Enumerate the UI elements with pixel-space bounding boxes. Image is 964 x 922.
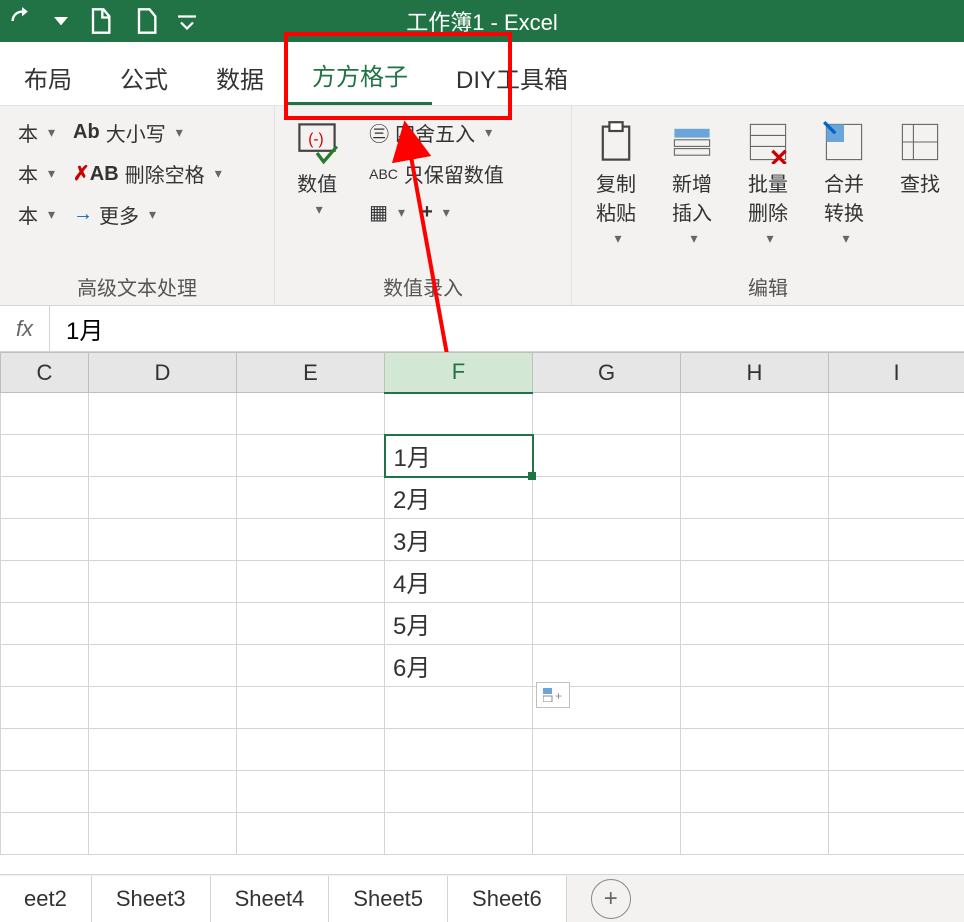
window-title: 工作簿1 - Excel [406,5,558,37]
arrow-right-icon: → [73,203,93,226]
row-4: 3月 [1,519,964,561]
cell-f6[interactable]: 5月 [385,603,533,645]
round-button[interactable]: ㊂四舍五入▾ [365,116,508,149]
sheet-tab-0[interactable]: eet2 [0,876,92,922]
abc-icon: ABC [369,166,398,182]
save-file-icon[interactable] [86,7,114,35]
sheet-tab-1[interactable]: Sheet3 [92,876,211,922]
ribbon-tabs: 布局 公式 数据 方方格子 DIY工具箱 [0,42,964,106]
undo-dropdown-icon[interactable] [8,7,36,35]
case-button[interactable]: Ab大小写▾ [69,116,226,149]
find-button[interactable]: 查找 [890,116,950,201]
caret-down-icon[interactable] [54,7,68,35]
plus-icon: + [604,885,618,913]
keepnum-button[interactable]: ABC只保留数值 [365,157,508,190]
formula-bar: fx [0,306,964,352]
cell-f5[interactable]: 4月 [385,561,533,603]
strike-icon: ✗AB [73,161,119,186]
find-grid-icon [898,120,942,164]
col-i[interactable]: I [829,353,964,393]
merge-convert-button[interactable]: 合并转换▾ [814,116,874,251]
new-sheet-button[interactable]: + [591,879,631,919]
col-d[interactable]: D [89,353,237,393]
group-num-label: 数值录入 [289,268,557,301]
grid-container: C D E F G H I 1月 2月 3月 4月 5月 6月 + [0,352,964,855]
col-g[interactable]: G [533,353,681,393]
group-edit: 复制粘贴▾ 新增插入▾ 批量删除▾ 合并转换▾ 查找 编辑 [572,106,964,305]
row-5: 4月 [1,561,964,603]
num-misc-buttons[interactable]: ▦▾ +▾ [365,198,508,227]
group-num: (-) 数值▾ ㊂四舍五入▾ ABC只保留数值 ▦▾ +▾ 数值录入 [275,106,572,305]
column-headers: C D E F G H I [1,353,964,393]
tab-data[interactable]: 数据 [192,48,288,105]
ben3-button[interactable]: 本▾ [14,198,59,231]
ben1-button[interactable]: 本▾ [14,116,59,149]
spreadsheet-grid[interactable]: C D E F G H I 1月 2月 3月 4月 5月 6月 [0,352,964,855]
svg-text:+: + [555,689,562,702]
paste-options-icon[interactable]: + [536,682,570,708]
title-bar: 工作簿1 - Excel [0,0,964,42]
ribbon: 本▾ 本▾ 本▾ Ab大小写▾ ✗AB刪除空格▾ →更多▾ 高级文本处理 (-)… [0,106,964,306]
col-h[interactable]: H [681,353,829,393]
row-3: 2月 [1,477,964,519]
col-f[interactable]: F [385,353,533,393]
row-1 [1,393,964,435]
tab-layout[interactable]: 布局 [0,48,96,105]
sheet-tab-2[interactable]: Sheet4 [211,876,330,922]
formula-input[interactable] [50,306,964,351]
delete-grid-icon [746,120,790,164]
cell-f2[interactable]: 1月 [385,435,533,477]
row-7: 6月 [1,645,964,687]
col-c[interactable]: C [1,353,89,393]
group-text: 本▾ 本▾ 本▾ Ab大小写▾ ✗AB刪除空格▾ →更多▾ 高级文本处理 [0,106,275,305]
tab-formula[interactable]: 公式 [96,48,192,105]
row-10 [1,771,964,813]
row-8 [1,687,964,729]
sheet-tabs: eet2 Sheet3 Sheet4 Sheet5 Sheet6 + [0,874,964,922]
group-text-label: 高级文本处理 [14,268,260,301]
row-2: 1月 [1,435,964,477]
sheet-tab-3[interactable]: Sheet5 [329,876,448,922]
group-edit-label: 编辑 [586,268,950,301]
cell-f4[interactable]: 3月 [385,519,533,561]
svg-text:(-): (-) [308,131,323,148]
fill-handle[interactable] [528,472,536,480]
qat-more-icon[interactable] [178,7,196,35]
cell-f7[interactable]: 6月 [385,645,533,687]
insert-row-icon [670,120,714,164]
case-icon: Ab [73,121,100,144]
row-11 [1,813,964,855]
tab-ffgz[interactable]: 方方格子 [288,45,432,105]
col-e[interactable]: E [237,353,385,393]
round-icon: ㊂ [369,118,389,147]
new-insert-button[interactable]: 新增插入▾ [662,116,722,251]
row-6: 5月 [1,603,964,645]
fx-label[interactable]: fx [0,306,50,351]
sheet-edit-icon: ▦ [369,200,388,225]
merge-icon [822,120,866,164]
delspace-button[interactable]: ✗AB刪除空格▾ [69,157,226,190]
batch-delete-button[interactable]: 批量删除▾ [738,116,798,251]
clipboard-icon [594,120,638,164]
more-button[interactable]: →更多▾ [69,198,226,231]
ben2-button[interactable]: 本▾ [14,157,59,190]
tab-diy[interactable]: DIY工具箱 [432,48,592,105]
shuzhi-button[interactable]: (-) 数值▾ [289,116,345,222]
cell-f3[interactable]: 2月 [385,477,533,519]
quick-access-toolbar [0,7,196,35]
formula-check-icon: (-) [295,120,339,164]
copy-paste-button[interactable]: 复制粘贴▾ [586,116,646,251]
row-9 [1,729,964,771]
new-file-icon[interactable] [132,7,160,35]
sheet-tab-4[interactable]: Sheet6 [448,876,567,922]
